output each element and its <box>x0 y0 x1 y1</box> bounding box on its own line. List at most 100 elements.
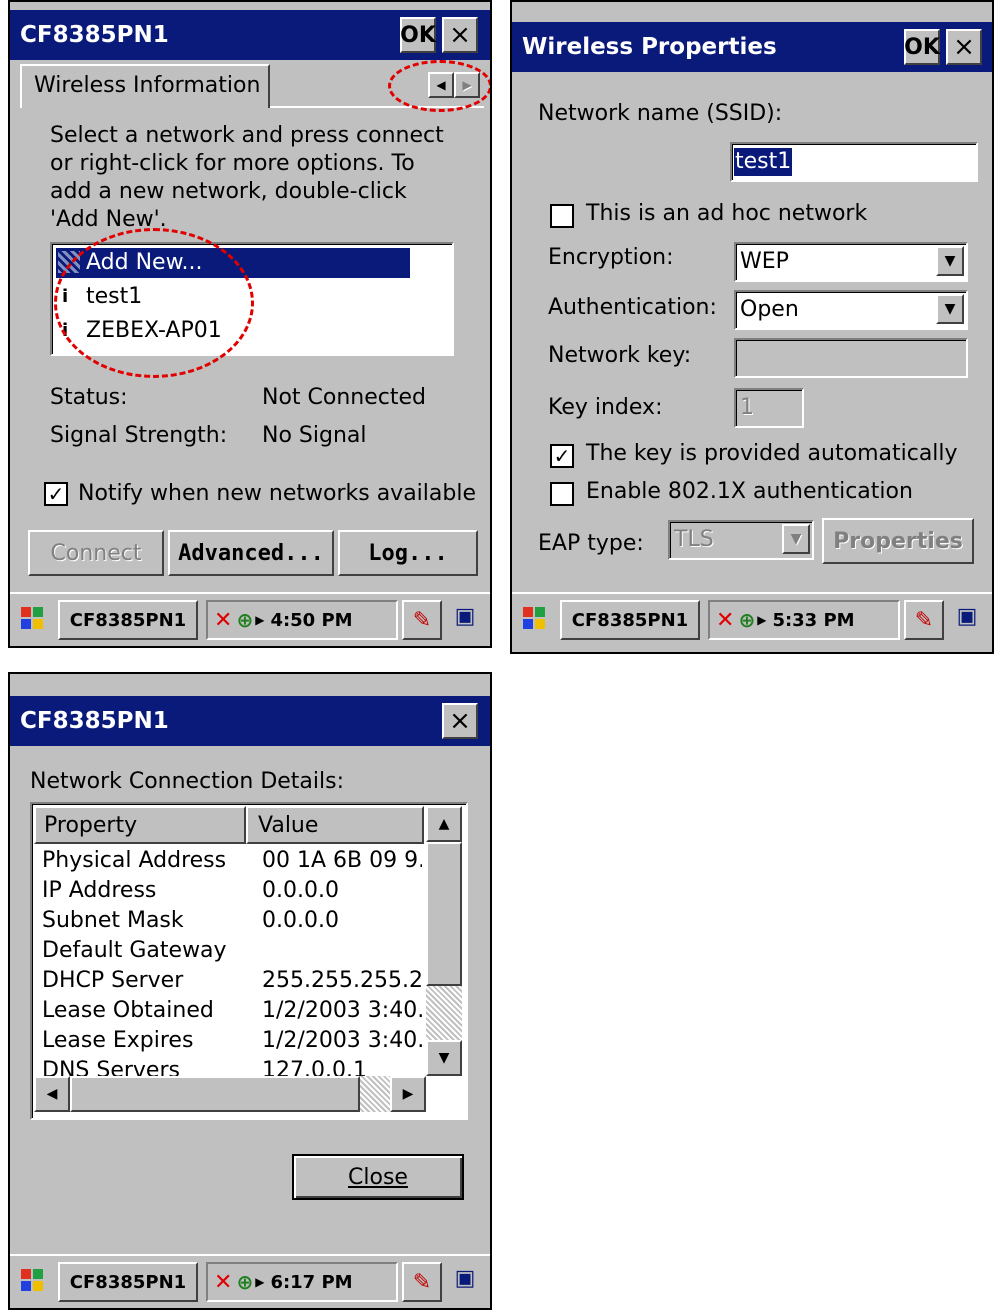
dot1x-checkbox[interactable] <box>550 482 574 506</box>
wireless-tray-icon[interactable]: ⊕ <box>236 608 253 632</box>
desktop-switch-icon[interactable]: ▣ <box>450 604 480 634</box>
vertical-scrollbar[interactable]: ▲ ▼ <box>426 806 462 1076</box>
close-dialog-button[interactable]: Close <box>292 1154 464 1200</box>
encryption-label: Encryption: <box>548 245 674 270</box>
tray-arrow-icon[interactable]: ▶ <box>757 613 766 627</box>
column-header-label: Property <box>44 812 138 838</box>
encryption-dropdown[interactable]: WEP ▼ <box>734 242 968 282</box>
network-disconnected-icon[interactable]: ✕ <box>214 608 232 633</box>
properties-button[interactable]: Properties <box>822 518 974 564</box>
key-index-value: 1 <box>740 395 754 420</box>
table-row[interactable]: Default Gateway <box>38 936 424 966</box>
scroll-up-button[interactable]: ▲ <box>426 806 462 842</box>
close-button-label: Close <box>348 1164 408 1190</box>
scroll-down-button[interactable]: ▼ <box>426 1040 462 1076</box>
instruction-line-3: add a new network, double-click <box>50 179 407 204</box>
window-title: CF8385PN1 <box>20 22 169 48</box>
chevron-down-icon[interactable]: ▼ <box>782 524 810 554</box>
horizontal-scrollbar[interactable]: ◀ ▶ <box>34 1076 426 1112</box>
column-header-property[interactable]: Property <box>34 806 246 844</box>
clock[interactable]: 4:50 PM <box>270 610 352 631</box>
taskbar-app-button[interactable]: CF8385PN1 <box>58 1262 198 1302</box>
table-row[interactable]: Physical Address 00 1A 6B 09 9. <box>38 846 424 876</box>
cell-property: DNS Servers <box>42 1058 180 1076</box>
table-row[interactable]: Lease Expires 1/2/2003 3:40. <box>38 1026 424 1056</box>
input-panel-icon[interactable]: ✎ <box>402 600 442 640</box>
chevron-down-icon[interactable]: ▼ <box>936 246 964 276</box>
cell-property: DHCP Server <box>42 968 184 993</box>
desktop-switch-icon[interactable]: ▣ <box>450 1266 480 1296</box>
window-title: Wireless Properties <box>522 34 777 60</box>
wireless-tray-icon[interactable]: ⊕ <box>236 1270 253 1294</box>
title-bar: Wireless Properties OK × <box>512 22 992 72</box>
taskbar-app-button[interactable]: CF8385PN1 <box>560 600 700 640</box>
adhoc-checkbox[interactable] <box>550 204 574 228</box>
clock[interactable]: 6:17 PM <box>270 1272 352 1293</box>
ssid-value: test1 <box>734 148 793 176</box>
eap-dropdown[interactable]: TLS ▼ <box>668 520 814 560</box>
scroll-left-button[interactable]: ◀ <box>34 1076 70 1112</box>
windows-start-icon[interactable] <box>18 604 46 632</box>
cell-value: 0.0.0.0 <box>262 878 339 903</box>
cell-property: Subnet Mask <box>42 908 184 933</box>
window-title: CF8385PN1 <box>20 708 169 734</box>
column-header-value[interactable]: Value <box>246 806 424 844</box>
tab-label: Wireless Information <box>34 73 261 98</box>
connect-button[interactable]: Connect <box>28 530 164 576</box>
cell-value: 255.255.255.2! <box>262 968 422 993</box>
status-label: Status: <box>50 385 128 410</box>
desktop-switch-icon[interactable]: ▣ <box>952 604 982 634</box>
ok-button[interactable]: OK <box>400 17 436 53</box>
dot1x-label: Enable 802.1X authentication <box>586 479 913 504</box>
advanced-button[interactable]: Advanced... <box>168 530 334 576</box>
key-index-input[interactable]: 1 <box>734 388 804 428</box>
auth-dropdown[interactable]: Open ▼ <box>734 290 968 330</box>
chevron-down-icon[interactable]: ▼ <box>936 294 964 324</box>
input-panel-icon[interactable]: ✎ <box>402 1262 442 1302</box>
tray-arrow-icon[interactable]: ▶ <box>255 613 264 627</box>
adhoc-label: This is an ad hoc network <box>586 201 868 226</box>
ssid-input[interactable]: test1 <box>730 142 978 182</box>
system-tray: ✕ ⊕ ▶ 4:50 PM <box>206 600 398 640</box>
title-bar: CF8385PN1 × <box>10 696 490 746</box>
network-disconnected-icon[interactable]: ✕ <box>716 608 734 633</box>
system-tray: ✕ ⊕ ▶ 6:17 PM <box>206 1262 398 1302</box>
scroll-thumb[interactable] <box>70 1076 360 1112</box>
windows-start-icon[interactable] <box>520 604 548 632</box>
eap-label: EAP type: <box>538 531 644 556</box>
table-row[interactable]: Lease Obtained 1/2/2003 3:40. <box>38 996 424 1026</box>
wireless-tray-icon[interactable]: ⊕ <box>738 608 755 632</box>
key-auto-checkbox[interactable]: ✓ <box>550 444 574 468</box>
annotation-circle-list <box>54 228 254 378</box>
log-button[interactable]: Log... <box>338 530 478 576</box>
tray-arrow-icon[interactable]: ▶ <box>255 1275 264 1289</box>
table-rows: Physical Address 00 1A 6B 09 9. IP Address… <box>38 846 424 1076</box>
key-index-label: Key index: <box>548 395 663 420</box>
table-row[interactable]: DHCP Server 255.255.255.2! <box>38 966 424 996</box>
network-key-input[interactable] <box>734 338 968 378</box>
close-button[interactable]: × <box>442 17 478 53</box>
windows-start-icon[interactable] <box>18 1266 46 1294</box>
close-button[interactable]: × <box>442 703 478 739</box>
table-row[interactable]: DNS Servers 127.0.0.1 <box>38 1056 424 1076</box>
scroll-right-button[interactable]: ▶ <box>390 1076 426 1112</box>
network-disconnected-icon[interactable]: ✕ <box>214 1270 232 1295</box>
scroll-thumb[interactable] <box>426 842 462 986</box>
close-button[interactable]: × <box>946 29 982 65</box>
notify-checkbox[interactable]: ✓ <box>44 482 68 506</box>
taskbar-app-button[interactable]: CF8385PN1 <box>58 600 198 640</box>
table-row[interactable]: IP Address 0.0.0.0 <box>38 876 424 906</box>
connection-details-window: CF8385PN1 × Network Connection Details: … <box>8 672 492 1310</box>
tab-wireless-information[interactable]: Wireless Information <box>20 64 270 108</box>
ok-button[interactable]: OK <box>904 29 940 65</box>
cell-value: 1/2/2003 3:40. <box>262 998 422 1023</box>
details-table[interactable]: Property Value Physical Address 00 1A 6B … <box>30 802 468 1120</box>
signal-label: Signal Strength: <box>50 423 228 448</box>
clock[interactable]: 5:33 PM <box>772 610 854 631</box>
signal-value: No Signal <box>262 423 367 448</box>
table-row[interactable]: Subnet Mask 0.0.0.0 <box>38 906 424 936</box>
taskbar: CF8385PN1 ✕ ⊕ ▶ 4:50 PM ✎ ▣ <box>10 592 490 646</box>
input-panel-icon[interactable]: ✎ <box>904 600 944 640</box>
system-tray: ✕ ⊕ ▶ 5:33 PM <box>708 600 900 640</box>
status-value: Not Connected <box>262 385 427 410</box>
